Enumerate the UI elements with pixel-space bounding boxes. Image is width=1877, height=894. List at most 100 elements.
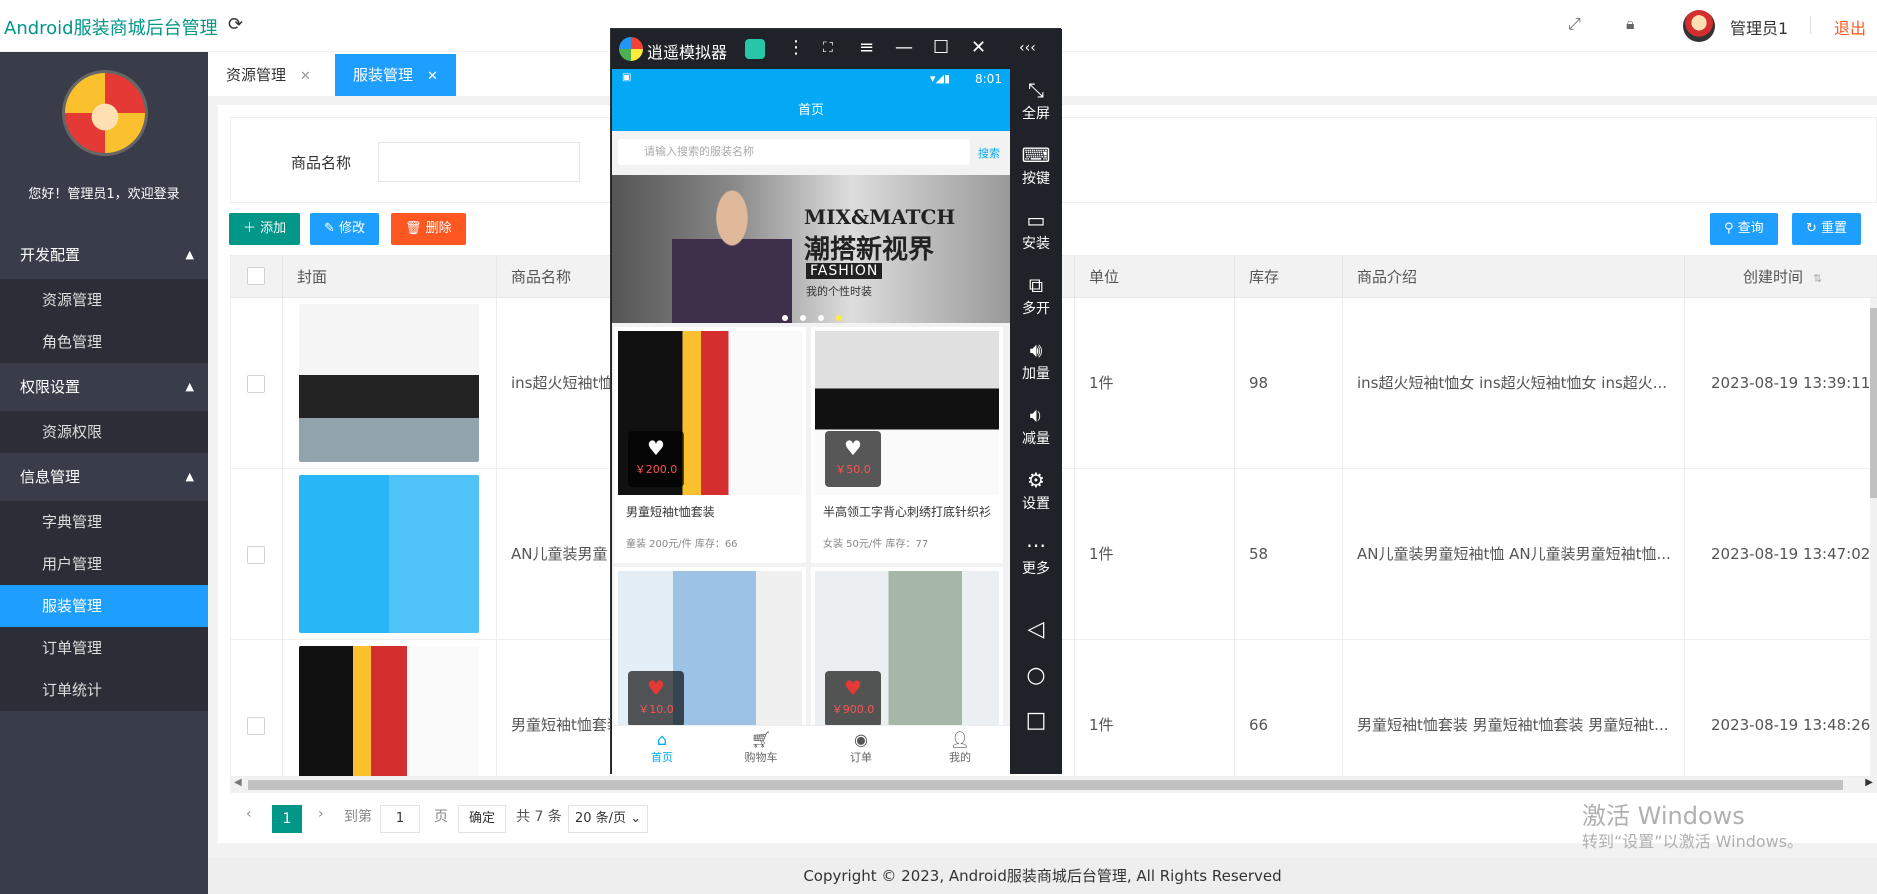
pencil-icon: ✎ bbox=[324, 221, 340, 236]
favorite-button[interactable]: ♥ ￥200.0 bbox=[628, 431, 684, 487]
goto-page-input[interactable]: 1 bbox=[380, 805, 420, 833]
tool-fullscreen[interactable]: ⤡ 全屏 bbox=[1010, 77, 1062, 123]
emulator-titlebar[interactable]: 逍遥模拟器 ⋮ ⛶ ≡ — ☐ ✕ ‹‹‹ bbox=[611, 29, 1062, 69]
query-button[interactable]: ⚲ 查询 bbox=[1710, 213, 1778, 245]
scroll-right-icon[interactable]: ▶ bbox=[1865, 777, 1873, 788]
vertical-scrollbar[interactable] bbox=[1870, 298, 1877, 778]
chevron-down-icon: ⌄ bbox=[630, 811, 642, 826]
tool-install[interactable]: ▭ 安装 bbox=[1010, 207, 1062, 253]
caret-up-icon: ▲ bbox=[185, 248, 194, 261]
product-search-input[interactable]: 请输入搜索的服装名称 bbox=[618, 139, 970, 165]
tab-resource[interactable]: 资源管理 ✕ bbox=[208, 54, 329, 96]
horizontal-scrollbar[interactable]: ◀ ▶ bbox=[230, 777, 1877, 793]
nav-home[interactable]: ⌂ 首页 bbox=[612, 730, 712, 765]
product-title: 半高领工字背心刺绣打底针织衫 bbox=[823, 505, 992, 519]
menu-group-info[interactable]: 信息管理 ▲ bbox=[0, 456, 208, 498]
volume-up-icon: 🔊︎ bbox=[1029, 338, 1043, 362]
product-title: 男童短袖t恤套装 bbox=[626, 505, 715, 519]
carousel-dot[interactable] bbox=[782, 315, 788, 321]
sidebar-item-resource[interactable]: 资源管理 bbox=[0, 279, 208, 321]
close-icon[interactable]: ✕ bbox=[971, 37, 986, 58]
refresh-icon[interactable]: ⟳ bbox=[228, 14, 243, 35]
cart-icon: 🛒︎ bbox=[750, 730, 772, 749]
assistant-icon[interactable] bbox=[745, 39, 765, 59]
recents-icon[interactable]: □ bbox=[1010, 708, 1062, 733]
select-all-checkbox[interactable] bbox=[247, 267, 265, 285]
tool-more[interactable]: ⋯ 更多 bbox=[1010, 532, 1062, 578]
emulator-title: 逍遥模拟器 bbox=[647, 43, 728, 62]
nav-orders[interactable]: ◉ 订单 bbox=[811, 730, 911, 765]
favorite-button[interactable]: ♥ ￥900.0 bbox=[825, 671, 881, 727]
user-name[interactable]: 管理员1 bbox=[1730, 15, 1788, 39]
activation-watermark-subtitle: 转到“设置”以激活 Windows。 bbox=[1582, 832, 1804, 851]
cover-image bbox=[299, 646, 479, 776]
sidebar-item-clothing[interactable]: 服装管理 bbox=[0, 585, 208, 627]
tool-multi[interactable]: ⧉ 多开 bbox=[1010, 272, 1062, 318]
lock-icon[interactable]: 🔒︎ bbox=[1626, 14, 1635, 34]
back-icon[interactable]: ◁ bbox=[1010, 617, 1062, 642]
home-circle-icon[interactable]: ○ bbox=[1010, 663, 1062, 688]
maximize-icon[interactable]: ☐ bbox=[933, 37, 949, 58]
favorite-button[interactable]: ♥ ￥50.0 bbox=[825, 431, 881, 487]
avatar[interactable] bbox=[1683, 10, 1715, 42]
scroll-left-icon[interactable]: ◀ bbox=[234, 777, 242, 788]
cell-stock: 98 bbox=[1235, 298, 1343, 469]
tool-keys[interactable]: ⌨ 按键 bbox=[1010, 142, 1062, 188]
close-icon[interactable]: ✕ bbox=[427, 69, 438, 84]
sidebar-item-users[interactable]: 用户管理 bbox=[0, 543, 208, 585]
emulator-logo-icon bbox=[619, 37, 643, 61]
cell-created: 2023-08-19 13:48:26 bbox=[1685, 640, 1876, 776]
sort-icon[interactable]: ⇅ bbox=[1813, 272, 1822, 285]
reset-button[interactable]: ↻ 重置 bbox=[1792, 213, 1862, 245]
product-search-button[interactable]: 搜索 bbox=[978, 145, 1000, 161]
tool-settings[interactable]: ⚙ 设置 bbox=[1010, 467, 1062, 513]
product-card[interactable]: ♥ ￥200.0 男童短袖t恤套装 童装 200元/件 库存：66 bbox=[614, 327, 806, 563]
footer: Copyright © 2023, Android服装商城后台管理, All R… bbox=[208, 858, 1877, 894]
caret-up-icon: ▲ bbox=[185, 380, 194, 393]
goto-confirm-button[interactable]: 确定 bbox=[458, 805, 506, 833]
apk-icon: ▭ bbox=[1026, 208, 1046, 232]
total-count: 共 7 条 bbox=[516, 809, 562, 825]
nav-cart[interactable]: 🛒︎ 购物车 bbox=[711, 730, 811, 765]
edit-button[interactable]: ✎ 修改 bbox=[310, 213, 380, 245]
prev-page-icon[interactable]: ‹ bbox=[246, 806, 252, 822]
close-icon[interactable]: ✕ bbox=[300, 69, 311, 84]
sidebar-item-role[interactable]: 角色管理 bbox=[0, 321, 208, 363]
screenshot-icon[interactable]: ⛶ bbox=[823, 40, 833, 56]
logout-link[interactable]: 退出 bbox=[1834, 15, 1866, 39]
page-size-select[interactable]: 20 条/页 ⌄ bbox=[568, 805, 648, 833]
fullscreen-icon[interactable]: ⤢ bbox=[1568, 14, 1581, 34]
menu-group-permission[interactable]: 权限设置 ▲ bbox=[0, 366, 208, 408]
sidebar-item-dictionary[interactable]: 字典管理 bbox=[0, 501, 208, 543]
next-page-icon[interactable]: › bbox=[318, 806, 324, 822]
carousel-dot[interactable] bbox=[818, 315, 824, 321]
row-checkbox[interactable] bbox=[247, 375, 265, 393]
page-current[interactable]: 1 bbox=[272, 805, 302, 833]
favorite-button[interactable]: ♥ ￥10.0 bbox=[628, 671, 684, 727]
carousel-dot-active[interactable] bbox=[836, 315, 842, 321]
carousel-dot[interactable] bbox=[800, 315, 806, 321]
goto-label: 到第 bbox=[344, 809, 372, 825]
tool-volume-up[interactable]: 🔊︎ 加量 bbox=[1010, 337, 1062, 383]
tool-volume-down[interactable]: 🔉︎ 减量 bbox=[1010, 402, 1062, 448]
minimize-icon[interactable]: — bbox=[895, 37, 913, 58]
search-input[interactable] bbox=[378, 142, 580, 182]
row-checkbox[interactable] bbox=[247, 546, 265, 564]
col-intro: 商品介绍 bbox=[1343, 256, 1685, 298]
col-created[interactable]: 创建时间 ⇅ bbox=[1685, 256, 1876, 298]
menu-icon[interactable]: ≡ bbox=[859, 37, 874, 58]
nav-profile[interactable]: 👤︎ 我的 bbox=[910, 730, 1010, 765]
more-vertical-icon[interactable]: ⋮ bbox=[787, 37, 805, 58]
menu-group-dev-config[interactable]: 开发配置 ▲ bbox=[0, 234, 208, 276]
heart-icon: ♥ bbox=[647, 436, 665, 460]
sidebar-item-order-stats[interactable]: 订单统计 bbox=[0, 669, 208, 711]
delete-button[interactable]: 🗑︎ 删除 bbox=[391, 213, 466, 245]
add-button[interactable]: ＋ 添加 bbox=[229, 213, 301, 245]
row-checkbox[interactable] bbox=[247, 717, 265, 735]
tab-clothing[interactable]: 服装管理 ✕ bbox=[335, 54, 456, 96]
promo-banner[interactable]: MIX&MATCH 潮搭新视界 FASHION 我的个性时装 bbox=[612, 175, 1010, 323]
sidebar-item-orders[interactable]: 订单管理 bbox=[0, 627, 208, 669]
sidebar-item-resource-permission[interactable]: 资源权限 bbox=[0, 411, 208, 453]
product-card[interactable]: ♥ ￥50.0 半高领工字背心刺绣打底针织衫 女装 50元/件 库存：77 bbox=[811, 327, 1003, 563]
collapse-icon[interactable]: ‹‹‹ bbox=[1019, 40, 1036, 56]
